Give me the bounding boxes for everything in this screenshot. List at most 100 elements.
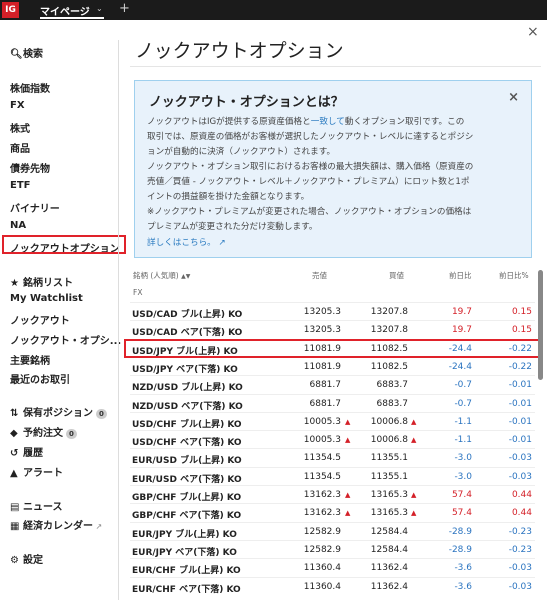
cell-buy: 10006.8 bbox=[370, 435, 408, 446]
cell-name: EUR/USD ベア(下落) KO bbox=[132, 474, 242, 485]
close-icon[interactable]: × bbox=[527, 24, 539, 40]
table-row[interactable]: EUR/CHF ベア(下落) KO 11360.4 11362.4 -3.6 -0.03 bbox=[130, 576, 535, 596]
col-header-name[interactable]: 銘柄 (人気順) ▲▼ bbox=[133, 270, 190, 281]
cell-change-pct: -0.03 bbox=[508, 471, 532, 482]
info-line-5: 売値／買値 - ノックアウト・レベル＋ノックアウト・プレミアム）にロット数と1ポ bbox=[147, 177, 470, 187]
sort-icon: ▲▼ bbox=[181, 273, 191, 280]
cell-change: 57.4 bbox=[451, 508, 472, 519]
col-header-sell[interactable]: 売値 bbox=[312, 270, 327, 281]
title-divider bbox=[130, 66, 541, 67]
cell-sell: 13162.3 bbox=[303, 508, 341, 519]
cell-sell: 12582.9 bbox=[303, 526, 341, 537]
cell-change: 57.4 bbox=[451, 490, 472, 500]
cell-change: 19.7 bbox=[451, 307, 472, 317]
scrollbar[interactable] bbox=[538, 270, 543, 380]
sidebar-item-calendar[interactable]: ▦ 経済カレンダー ↗ bbox=[10, 517, 102, 532]
cell-name: USD/CHF ベア(下落) KO bbox=[132, 438, 242, 449]
cell-name: EUR/CHF ベア(下落) KO bbox=[132, 584, 241, 595]
sidebar-item-bond-futures[interactable]: 債券先物 bbox=[10, 160, 50, 175]
tab-mypage[interactable]: マイページ bbox=[40, 3, 90, 18]
price-up-icon: ▲ bbox=[345, 509, 351, 518]
sidebar-item-na[interactable]: NA bbox=[10, 220, 26, 231]
cell-sell: 13205.3 bbox=[303, 307, 341, 317]
table-row[interactable]: USD/JPY ベア(下落) KO 11081.9 11082.5 -24.4 -0.2… bbox=[130, 356, 535, 376]
table-row[interactable]: USD/CHF ベア(下落) KO 10005.3 ▲ 10006.8 ▲ -1.1 -0.… bbox=[130, 430, 535, 449]
sidebar-item-index[interactable]: 株価指数 bbox=[10, 80, 50, 95]
sidebar-item-alerts[interactable]: ▲ アラート bbox=[10, 464, 63, 479]
star-icon: ★ bbox=[10, 278, 19, 289]
table-row[interactable]: NZD/USD ベア(下落) KO 6881.7 6883.7 -0.7 -0.01 bbox=[130, 393, 535, 413]
sidebar-item-recent[interactable]: 最近のお取引 bbox=[10, 371, 70, 386]
table-row[interactable]: GBP/CHF ベア(下落) KO 13162.3 ▲ 13165.3 ▲ 57.4 0.4… bbox=[130, 503, 535, 522]
sidebar-search[interactable]: 🔍︎検索 bbox=[10, 45, 43, 60]
col-header-buy[interactable]: 買値 bbox=[389, 270, 404, 281]
sidebar-item-knockout-list[interactable]: ノックアウト bbox=[10, 312, 70, 327]
sidebar-item-my-watchlist[interactable]: My Watchlist bbox=[10, 293, 83, 304]
cell-sell: 13205.3 bbox=[303, 325, 341, 336]
cell-change-pct: -0.23 bbox=[508, 544, 532, 555]
cell-buy: 13165.3 bbox=[370, 490, 408, 500]
cell-sell: 11360.4 bbox=[303, 563, 341, 574]
cell-buy: 6883.7 bbox=[376, 398, 409, 409]
cell-buy: 13207.8 bbox=[370, 325, 408, 336]
sidebar-item-fx[interactable]: FX bbox=[10, 100, 25, 111]
info-panel: ノックアウト・オプションとは？ × ノックアウトはIGが提供する原資産価格と一致… bbox=[134, 80, 532, 258]
chevron-down-icon[interactable]: ⌄ bbox=[96, 4, 103, 13]
add-tab-icon[interactable]: + bbox=[119, 1, 130, 16]
sidebar-item-settings[interactable]: ⚙ 設定 bbox=[10, 551, 43, 566]
sidebar-item-knockout-option-list[interactable]: ノックアウト・オプシ... bbox=[10, 332, 121, 347]
info-inline-link[interactable]: 一致して bbox=[311, 117, 345, 127]
ig-logo[interactable]: IG bbox=[2, 2, 19, 18]
cell-change-pct: 0.44 bbox=[511, 490, 532, 500]
sidebar-item-orders[interactable]: ◆ 予約注文 0 bbox=[10, 424, 77, 439]
info-close-icon[interactable]: × bbox=[508, 90, 519, 105]
info-line-7: ※ノックアウト・プレミアムが変更された場合、ノックアウト・オプションの価格は bbox=[147, 207, 472, 217]
col-header-change[interactable]: 前日比 bbox=[449, 270, 472, 281]
cell-buy: 11362.4 bbox=[370, 581, 408, 592]
table-row[interactable]: USD/CAD ベア(下落) KO 13205.3 13207.8 19.7 0.15 bbox=[130, 320, 535, 339]
cell-change-pct: -0.22 bbox=[508, 361, 532, 372]
cell-name: EUR/USD ブル(上昇) KO bbox=[132, 456, 242, 467]
table-row[interactable]: EUR/JPY ブル(上昇) KO 12582.9 12584.4 -28.9 -0.2… bbox=[130, 521, 535, 541]
table-row[interactable]: EUR/CHF ブル(上昇) KO 11360.4 11362.4 -3.6 -0.03 bbox=[130, 558, 535, 577]
sidebar-watchlists[interactable]: ★ 銘柄リスト bbox=[10, 274, 73, 289]
cell-name: USD/CHF ブル(上昇) KO bbox=[132, 419, 242, 430]
cell-sell: 11354.5 bbox=[303, 453, 341, 464]
sidebar-item-major[interactable]: 主要銘柄 bbox=[10, 352, 50, 367]
cell-change-pct: -0.03 bbox=[508, 563, 532, 574]
cell-change: 19.7 bbox=[451, 325, 472, 336]
info-line-6: イントの損益額を掛けた金額となります。 bbox=[147, 192, 310, 202]
sidebar-item-commodities[interactable]: 商品 bbox=[10, 140, 30, 155]
cell-name: EUR/CHF ブル(上昇) KO bbox=[132, 566, 241, 577]
info-line-4: ノックアウト・オプション取引におけるお客様の最大損失額は、購入価格（原資産の bbox=[147, 162, 474, 172]
history-icon: ↺ bbox=[10, 448, 19, 459]
cell-sell: 10005.3 bbox=[303, 435, 341, 446]
cell-buy: 12584.4 bbox=[370, 544, 408, 555]
sidebar-item-news[interactable]: ▤ ニュース bbox=[10, 498, 63, 513]
table-row[interactable]: GBP/CHF ブル(上昇) KO 13162.3 ▲ 13165.3 ▲ 57.4 0.4… bbox=[130, 485, 535, 504]
info-line-1: ノックアウトはIGが提供する原資産価格と一致して動くオプション取引です。この bbox=[147, 117, 465, 127]
cell-change-pct: -0.01 bbox=[508, 398, 532, 409]
col-header-change-pct[interactable]: 前日比% bbox=[499, 270, 529, 281]
table-row[interactable]: NZD/USD ブル(上昇) KO 6881.7 6883.7 -0.7 -0.01 bbox=[130, 375, 535, 394]
table-row[interactable]: EUR/JPY ベア(下落) KO 12582.9 12584.4 -28.9 -0.2… bbox=[130, 539, 535, 559]
table-row[interactable]: USD/CHF ブル(上昇) KO 10005.3 ▲ 10006.8 ▲ -1.1 -0.… bbox=[130, 411, 535, 431]
sidebar-item-history[interactable]: ↺ 履歴 bbox=[10, 444, 43, 459]
table-row[interactable]: EUR/USD ブル(上昇) KO 11354.5 11355.1 -3.0 -0.03 bbox=[130, 448, 535, 467]
cell-buy: 11362.4 bbox=[370, 563, 408, 574]
table-row[interactable]: USD/CAD ブル(上昇) KO 13205.3 13207.8 19.7 0.15 bbox=[130, 302, 535, 321]
external-link-icon: ↗ bbox=[93, 522, 103, 531]
sidebar-item-positions[interactable]: ⇅ 保有ポジション 0 bbox=[10, 404, 107, 419]
cell-sell: 11360.4 bbox=[303, 581, 341, 592]
orders-count-badge: 0 bbox=[66, 429, 77, 439]
cell-change: -1.1 bbox=[454, 435, 472, 446]
sidebar-item-stocks[interactable]: 株式 bbox=[10, 120, 30, 135]
table-row[interactable]: EUR/USD ベア(下落) KO 11354.5 11355.1 -3.0 -0.03 bbox=[130, 466, 535, 486]
cell-change: -3.0 bbox=[454, 471, 472, 482]
info-more-link[interactable]: 詳しくはこちら。 bbox=[147, 238, 216, 248]
sidebar-item-etf[interactable]: ETF bbox=[10, 180, 30, 191]
cell-name: NZD/USD ブル(上昇) KO bbox=[132, 383, 243, 394]
sidebar-item-binary[interactable]: バイナリー bbox=[10, 200, 60, 215]
external-link-icon: ↗ bbox=[215, 238, 226, 248]
info-line-8: プレミアムが変更された分だけ変動します。 bbox=[147, 222, 318, 232]
